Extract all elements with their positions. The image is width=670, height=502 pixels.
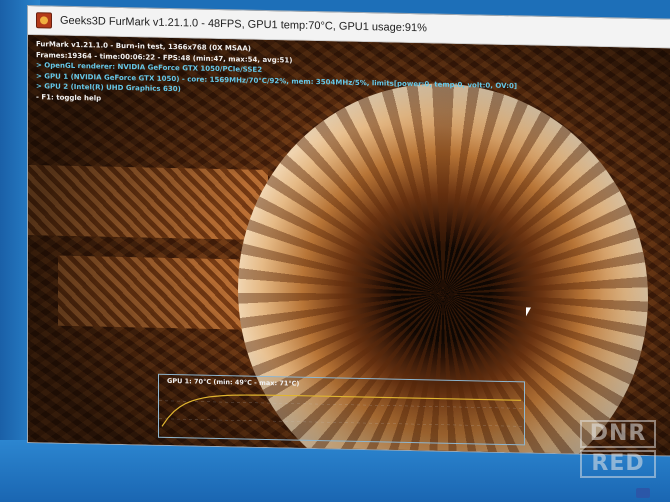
site-watermark-logo: DNR RED [580,420,656,480]
watermark-line-1: DNR [580,420,656,448]
temperature-curve [161,394,521,427]
graph-gridline [159,418,524,427]
temperature-graph-plot [159,394,524,427]
render-viewport[interactable]: FurMark v1.21.1.0 - Burn-in test, 1366x7… [28,35,670,456]
benchmark-info-overlay: FurMark v1.21.1.0 - Burn-in test, 1366x7… [36,39,517,112]
mouse-pointer-icon [526,307,531,317]
furmark-app-icon [36,12,52,29]
window-title: Geeks3D FurMark v1.21.1.0 - 48FPS, GPU1 … [60,14,427,35]
taskbar-app-icon [636,488,650,498]
temperature-graph: GPU 1: 70°C (min: 49°C - max: 71°C) [158,373,525,446]
watermark-line-2: RED [580,450,656,478]
furmark-window: Geeks3D FurMark v1.21.1.0 - 48FPS, GPU1 … [28,6,670,456]
graph-gridline [159,400,524,409]
